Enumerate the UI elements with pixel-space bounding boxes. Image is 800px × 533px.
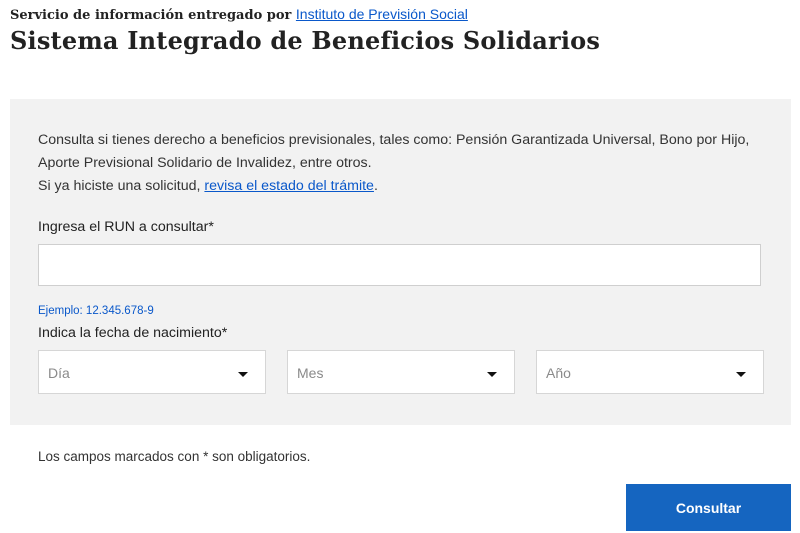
birthdate-label: Indica la fecha de nacimiento* [38, 325, 228, 341]
provider-link[interactable]: Instituto de Previsión Social [296, 6, 468, 22]
required-fields-note: Los campos marcados con * son obligatori… [38, 449, 311, 464]
consultar-button[interactable]: Consultar [626, 484, 791, 531]
intro-line-3-prefix: Si ya hiciste una solicitud, [38, 178, 205, 194]
run-label: Ingresa el RUN a consultar* [38, 219, 214, 235]
provider-line: Servicio de información entregado por In… [10, 6, 600, 23]
intro-line-2: Aporte Previsional Solidario de Invalide… [38, 155, 372, 171]
month-select[interactable]: Mes [287, 350, 515, 394]
status-link[interactable]: revisa el estado del trámite [204, 178, 374, 194]
page-title: Sistema Integrado de Beneficios Solidari… [10, 26, 601, 55]
day-select-placeholder: Día [48, 365, 70, 381]
provider-prefix: Servicio de información entregado por [10, 8, 296, 23]
year-select-placeholder: Año [546, 365, 571, 381]
caret-down-icon [487, 372, 497, 377]
page-header: Servicio de información entregado por In… [10, 6, 600, 55]
run-example-hint: Ejemplo: 12.345.678-9 [38, 305, 154, 317]
caret-down-icon [238, 372, 248, 377]
query-form-panel: Consulta si tienes derecho a beneficios … [10, 99, 791, 425]
year-select[interactable]: Año [536, 350, 764, 394]
month-select-placeholder: Mes [297, 365, 324, 381]
day-select[interactable]: Día [38, 350, 266, 394]
run-input[interactable] [38, 244, 761, 286]
intro-text: Consulta si tienes derecho a beneficios … [38, 129, 773, 198]
intro-line-1: Consulta si tienes derecho a beneficios … [38, 132, 750, 148]
caret-down-icon [736, 372, 746, 377]
intro-line-3-suffix: . [373, 178, 378, 194]
